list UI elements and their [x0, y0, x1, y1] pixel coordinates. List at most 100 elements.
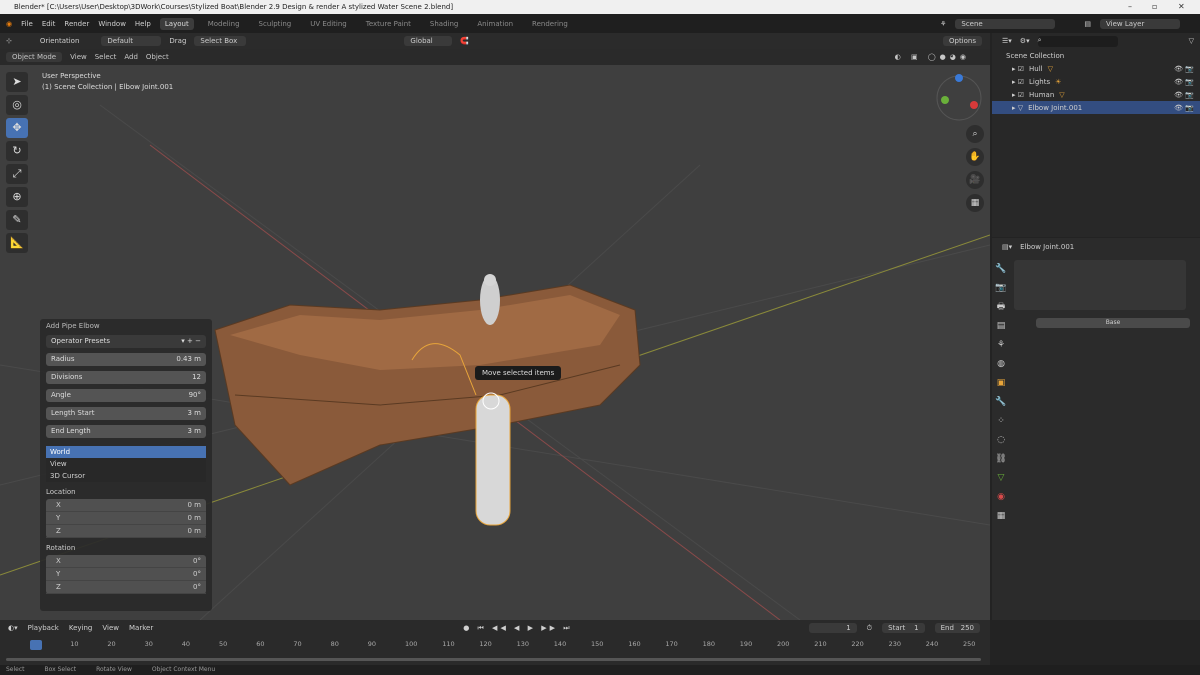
location-y[interactable]: Y0 m — [46, 512, 206, 525]
zoom-icon[interactable]: ⌕ — [966, 125, 984, 143]
menu-view-timeline[interactable]: View — [102, 624, 119, 632]
tool-icon[interactable]: ⊹ — [6, 37, 12, 45]
outliner-item-hull[interactable]: ▸ ☑ Hull ▽ 👁 📷 — [992, 62, 1200, 75]
location-x[interactable]: X0 m — [46, 499, 206, 512]
operator-presets[interactable]: Operator Presets ▾ + − — [46, 335, 206, 348]
pan-hand-icon[interactable]: ✋ — [966, 148, 984, 166]
measure-tool-icon[interactable]: 📐 — [6, 233, 28, 253]
location-label: Location — [46, 488, 76, 496]
shading-mode-icons[interactable]: ◐ ▣ ◯●◕◉ — [895, 53, 970, 61]
scene-tab-icon[interactable]: ⚘ — [994, 338, 1008, 352]
playhead[interactable] — [30, 640, 42, 650]
tab-modeling[interactable]: Modeling — [203, 18, 245, 30]
menu-keying[interactable]: Keying — [69, 624, 93, 632]
scene-collection-row[interactable]: Scene Collection — [992, 49, 1200, 62]
snap-icon[interactable]: 🧲 — [460, 37, 469, 45]
tab-rendering[interactable]: Rendering — [527, 18, 573, 30]
base-field[interactable]: Base — [1036, 318, 1190, 328]
display-mode-icon[interactable]: ☰▾ — [1002, 37, 1012, 45]
angle-field[interactable]: Angle 90° — [46, 389, 206, 402]
menu-add[interactable]: Add — [124, 53, 138, 61]
annotate-tool-icon[interactable]: ✎ — [6, 210, 28, 230]
menu-edit[interactable]: Edit — [42, 20, 56, 28]
maximize-button[interactable]: ▫ — [1152, 0, 1157, 14]
timeline[interactable]: ◐▾ Playback Keying View Marker ● ⏮ ◀◀ ◀ … — [0, 620, 990, 665]
stopwatch-icon[interactable]: ⏱ — [867, 624, 872, 633]
constraints-tab-icon[interactable]: ⛓ — [994, 452, 1008, 466]
grid-view-icon[interactable]: ▦ — [966, 194, 984, 212]
close-button[interactable]: ✕ — [1178, 0, 1185, 14]
timeline-editor-icon[interactable]: ◐▾ — [8, 624, 18, 632]
playback-controls[interactable]: ● ⏮ ◀◀ ◀ ▶ ▶▶ ⏭ — [463, 624, 572, 633]
timeline-scrollbar[interactable] — [6, 658, 981, 661]
menu-marker[interactable]: Marker — [129, 624, 153, 632]
menu-select[interactable]: Select — [95, 53, 117, 61]
data-tab-icon[interactable]: ▽ — [994, 471, 1008, 485]
end-frame-field[interactable]: End 250 — [934, 623, 980, 633]
menu-file[interactable]: File — [21, 20, 33, 28]
editor-type-icon[interactable]: ▤▾ — [1002, 243, 1012, 251]
rotation-z[interactable]: Z 0° — [46, 581, 206, 594]
menu-help[interactable]: Help — [135, 20, 151, 28]
modifier-tab-icon[interactable]: 🔧 — [994, 395, 1008, 409]
scale-tool-icon[interactable]: ⤢ — [6, 164, 28, 184]
tab-texture-paint[interactable]: Texture Paint — [361, 18, 416, 30]
funnel-icon[interactable]: ▽ — [1189, 37, 1194, 45]
tab-animation[interactable]: Animation — [472, 18, 518, 30]
transform-orientation-dropdown[interactable]: Global — [404, 36, 453, 46]
move-tool-icon[interactable]: ✥ — [6, 118, 28, 138]
current-frame-field[interactable]: 1 — [808, 623, 857, 633]
align-3d-cursor[interactable]: 3D Cursor — [46, 470, 206, 482]
tab-layout[interactable]: Layout — [159, 17, 194, 30]
tab-shading[interactable]: Shading — [425, 18, 463, 30]
shape-keys-list[interactable] — [1014, 260, 1186, 310]
align-world[interactable]: World — [46, 446, 206, 458]
rotation-x[interactable]: X 0° — [46, 555, 206, 568]
menu-render[interactable]: Render — [64, 20, 89, 28]
orientation-dropdown[interactable]: Default — [101, 36, 162, 46]
render-tab-icon[interactable]: 📷 — [994, 281, 1008, 295]
transform-tool-icon[interactable]: ⊕ — [6, 187, 28, 207]
select-box-dropdown[interactable]: Select Box — [194, 36, 247, 46]
camera-icon[interactable]: 🎥 — [966, 171, 984, 189]
length-start-field[interactable]: Length Start 3 m — [46, 407, 206, 420]
object-tab-icon[interactable]: ▣ — [994, 376, 1008, 390]
texture-tab-icon[interactable]: ▦ — [994, 509, 1008, 523]
physics-tab-icon[interactable]: ◌ — [994, 433, 1008, 447]
menu-playback[interactable]: Playback — [28, 624, 59, 632]
filter-icon[interactable]: ⚙▾ — [1020, 37, 1030, 45]
rotate-tool-icon[interactable]: ↻ — [6, 141, 28, 161]
output-tab-icon[interactable]: 🖶 — [994, 300, 1008, 314]
tab-uv-editing[interactable]: UV Editing — [305, 18, 352, 30]
world-tab-icon[interactable]: ◍ — [994, 357, 1008, 371]
particles-tab-icon[interactable]: ⁘ — [994, 414, 1008, 428]
mode-dropdown[interactable]: Object Mode — [6, 52, 63, 62]
view-layer-selector[interactable]: View Layer — [1100, 18, 1180, 29]
start-frame-field[interactable]: Start 1 — [882, 623, 925, 633]
menu-object[interactable]: Object — [146, 53, 169, 61]
cursor-tool-icon[interactable]: ◎ — [6, 95, 28, 115]
material-tab-icon[interactable]: ◉ — [994, 490, 1008, 504]
menu-view[interactable]: View — [70, 53, 87, 61]
tab-sculpting[interactable]: Sculpting — [254, 18, 297, 30]
operator-title[interactable]: Add Pipe Elbow — [46, 322, 206, 330]
divisions-field[interactable]: Divisions 12 — [46, 371, 206, 384]
minimize-button[interactable]: – — [1128, 0, 1132, 14]
location-z[interactable]: Z0 m — [46, 525, 206, 538]
radius-field[interactable]: Radius 0.43 m — [46, 353, 206, 366]
tool-tab-icon[interactable]: 🔧 — [994, 262, 1008, 276]
outliner-search-input[interactable]: ⌕ — [1037, 35, 1118, 47]
align-view[interactable]: View — [46, 458, 206, 470]
outliner-item-lights[interactable]: ▸ ☑ Lights ☀ 👁 📷 — [992, 75, 1200, 88]
blender-logo-icon[interactable]: ◉ — [6, 20, 12, 28]
view-layer-tab-icon[interactable]: ▤ — [994, 319, 1008, 333]
options-dropdown[interactable]: Options — [942, 36, 982, 46]
outliner-item-elbow-joint[interactable]: ▸ ▽ Elbow Joint.001 👁 📷 — [992, 101, 1200, 114]
end-length-field[interactable]: End Length 3 m — [46, 425, 206, 438]
select-tool-icon[interactable]: ➤ — [6, 72, 28, 92]
scene-selector[interactable]: Scene — [955, 18, 1056, 29]
rotation-y[interactable]: Y 0° — [46, 568, 206, 581]
menu-window[interactable]: Window — [98, 20, 126, 28]
outliner-item-human[interactable]: ▸ ☑ Human ▽ 👁 📷 — [992, 88, 1200, 101]
tool-shelf: ➤ ◎ ✥ ↻ ⤢ ⊕ ✎ 📐 — [6, 72, 28, 253]
